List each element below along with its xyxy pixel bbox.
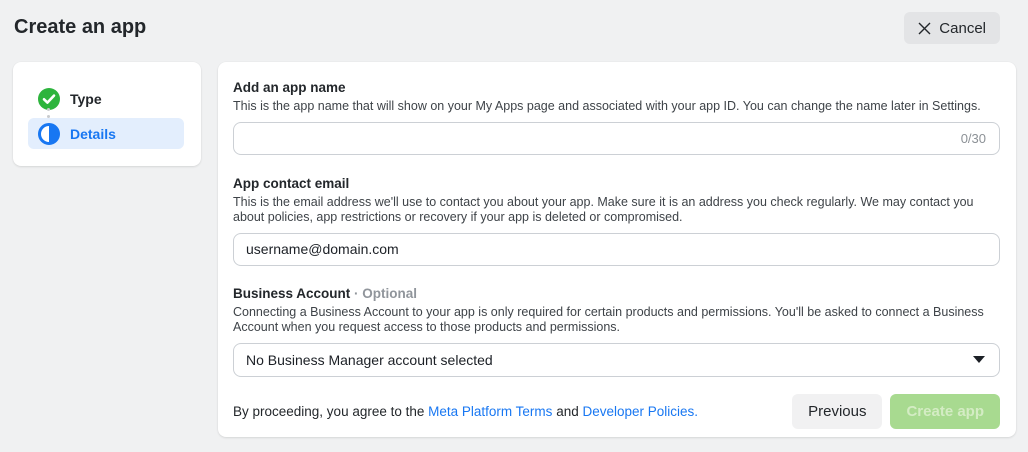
- business-account-select[interactable]: No Business Manager account selected: [233, 343, 1000, 377]
- create-app-page: Create an app Cancel Type: [0, 0, 1028, 452]
- half-circle-progress-icon: [38, 123, 60, 145]
- form-footer: By proceeding, you agree to the Meta Pla…: [233, 394, 1000, 429]
- step-details[interactable]: Details: [28, 118, 184, 149]
- contact-email-section: App contact email This is the email addr…: [233, 177, 1000, 266]
- agreement-text: By proceeding, you agree to the Meta Pla…: [233, 404, 792, 419]
- cancel-button[interactable]: Cancel: [904, 12, 1000, 44]
- steps-sidebar: Type Details: [13, 62, 201, 166]
- business-account-description: Connecting a Business Account to your ap…: [233, 305, 999, 336]
- contact-email-label: App contact email: [233, 177, 1000, 191]
- business-account-selected-value: No Business Manager account selected: [246, 352, 493, 368]
- check-circle-icon: [38, 88, 60, 110]
- app-name-input[interactable]: [233, 122, 1000, 155]
- business-account-label: Business Account · Optional: [233, 287, 1000, 301]
- app-name-description: This is the app name that will show on y…: [233, 99, 999, 115]
- developer-policies-link[interactable]: Developer Policies.: [582, 404, 698, 419]
- page-title: Create an app: [14, 16, 146, 39]
- app-name-section: Add an app name This is the app name tha…: [233, 81, 1000, 155]
- cancel-label: Cancel: [939, 20, 986, 37]
- step-details-label: Details: [70, 126, 116, 142]
- close-icon: [918, 22, 931, 35]
- contact-email-description: This is the email address we'll use to c…: [233, 195, 999, 226]
- previous-button[interactable]: Previous: [792, 394, 882, 429]
- step-type-label: Type: [70, 91, 102, 107]
- contact-email-input[interactable]: [233, 233, 1000, 266]
- step-type[interactable]: Type: [28, 85, 184, 113]
- app-name-label: Add an app name: [233, 81, 1000, 95]
- chevron-down-icon: [973, 356, 985, 363]
- meta-platform-terms-link[interactable]: Meta Platform Terms: [428, 404, 552, 419]
- optional-badge: · Optional: [350, 286, 417, 301]
- details-form-card: Add an app name This is the app name tha…: [218, 62, 1016, 437]
- business-account-section: Business Account · Optional Connecting a…: [233, 287, 1000, 377]
- create-app-button[interactable]: Create app: [890, 394, 1000, 429]
- step-connector-dots: [47, 108, 50, 118]
